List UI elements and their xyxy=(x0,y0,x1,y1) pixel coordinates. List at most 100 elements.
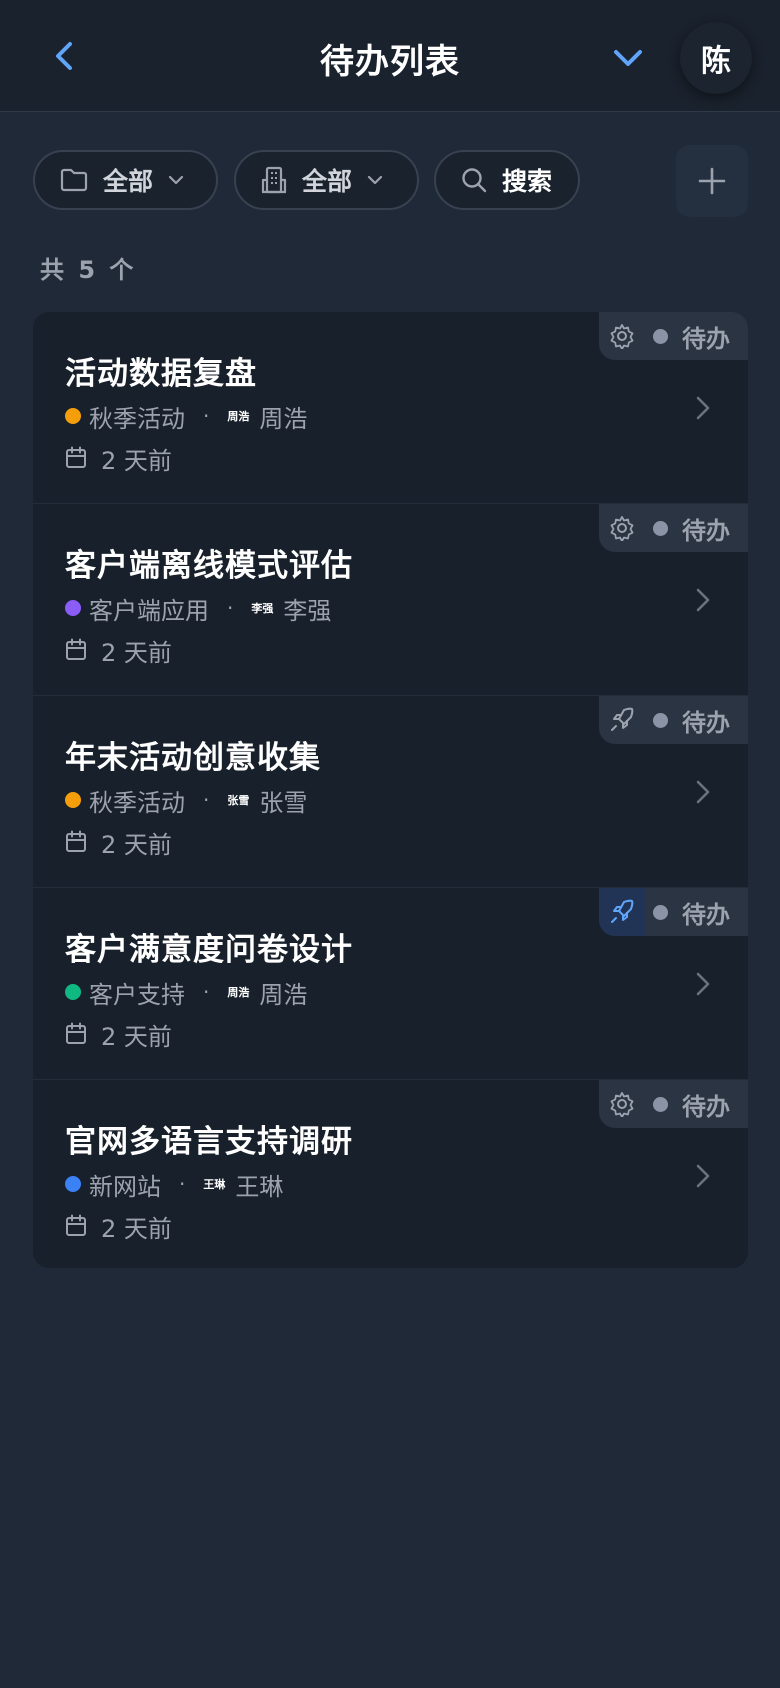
gear-icon xyxy=(599,312,645,360)
status-label: 待办 xyxy=(682,516,730,545)
page-title: 待办列表 xyxy=(320,42,460,82)
search-icon xyxy=(462,168,487,193)
item-meta: 秋季活动 · 周浩 周浩 xyxy=(65,400,308,433)
folder-filter-label: 全部 xyxy=(103,167,154,196)
assignee-name: 周浩 xyxy=(259,404,308,433)
status-badge: 待办 xyxy=(599,696,748,744)
calendar-icon xyxy=(66,638,86,660)
chevron-right-icon xyxy=(696,1164,710,1188)
rocket-icon xyxy=(599,888,645,936)
chevron-right-icon xyxy=(696,780,710,804)
separator: · xyxy=(179,1172,186,1196)
status-badge: 待办 xyxy=(599,1080,748,1128)
date-label: 2 天前 xyxy=(101,1214,172,1243)
project-name: 秋季活动 xyxy=(89,404,185,433)
building-filter[interactable]: 全部 xyxy=(234,150,419,210)
item-title: 官网多语言支持调研 xyxy=(65,1124,353,1160)
calendar-icon xyxy=(66,1022,86,1044)
assignee-name: 王琳 xyxy=(235,1172,284,1201)
status-label: 待办 xyxy=(682,1092,730,1121)
chevron-right-icon xyxy=(696,396,710,420)
gear-icon xyxy=(599,504,645,552)
item-meta: 客户支持 · 周浩 周浩 xyxy=(65,976,308,1009)
status-badge: 待办 xyxy=(599,888,748,936)
status-label: 待办 xyxy=(682,900,730,929)
status-dot xyxy=(653,328,668,344)
project-name: 新网站 xyxy=(89,1172,161,1201)
expand-button[interactable] xyxy=(604,34,652,82)
item-title: 客户满意度问卷设计 xyxy=(65,932,353,968)
chevron-right-icon xyxy=(696,972,710,996)
date-label: 2 天前 xyxy=(101,830,172,859)
project-color-dot xyxy=(65,1176,81,1192)
project-color-dot xyxy=(65,792,81,808)
calendar-icon xyxy=(66,830,86,852)
status-dot xyxy=(653,904,668,920)
item-title: 年末活动创意收集 xyxy=(65,740,321,776)
status-dot xyxy=(653,1096,668,1112)
project-color-dot xyxy=(65,600,81,616)
separator: · xyxy=(203,404,210,428)
list-item[interactable]: 待办 官网多语言支持调研 新网站 · 王琳 王琳 2 天前 xyxy=(33,1080,748,1268)
rocket-icon xyxy=(599,696,645,744)
date-label: 2 天前 xyxy=(101,446,172,475)
chevron-down-icon xyxy=(367,175,383,185)
item-date: 2 天前 xyxy=(65,1210,172,1243)
project-name: 客户支持 xyxy=(89,980,185,1009)
status-label: 待办 xyxy=(682,324,730,353)
assignee-avatar: 周浩 xyxy=(227,410,250,423)
status-dot xyxy=(653,712,668,728)
project-color-dot xyxy=(65,984,81,1000)
list-item[interactable]: 待办 客户端离线模式评估 客户端应用 · 李强 李强 2 天前 xyxy=(33,504,748,696)
assignee-avatar: 王琳 xyxy=(203,1178,226,1191)
project-name: 客户端应用 xyxy=(89,596,209,625)
project-name: 秋季活动 xyxy=(89,788,185,817)
separator: · xyxy=(203,980,210,1004)
date-label: 2 天前 xyxy=(101,638,172,667)
status-badge: 待办 xyxy=(599,312,748,360)
user-avatar-button[interactable]: 陈 xyxy=(680,22,752,94)
project-color-dot xyxy=(65,408,81,424)
item-date: 2 天前 xyxy=(65,1018,172,1051)
status-badge: 待办 xyxy=(599,504,748,552)
item-meta: 秋季活动 · 张雪 张雪 xyxy=(65,784,308,817)
item-title: 客户端离线模式评估 xyxy=(65,548,353,584)
list-item[interactable]: 待办 活动数据复盘 秋季活动 · 周浩 周浩 2 天前 xyxy=(33,312,748,504)
plus-icon xyxy=(698,167,726,195)
date-label: 2 天前 xyxy=(101,1022,172,1051)
calendar-icon xyxy=(66,1214,86,1236)
chevron-right-icon xyxy=(696,588,710,612)
gear-icon xyxy=(599,1080,645,1128)
assignee-avatar: 张雪 xyxy=(227,794,250,807)
building-icon xyxy=(261,166,287,194)
separator: · xyxy=(203,788,210,812)
folder-icon xyxy=(60,168,88,192)
assignee-avatar: 李强 xyxy=(251,602,274,615)
assignee-avatar: 周浩 xyxy=(227,986,250,999)
item-date: 2 天前 xyxy=(65,442,172,475)
add-button[interactable] xyxy=(676,145,748,217)
item-meta: 新网站 · 王琳 王琳 xyxy=(65,1168,284,1201)
list-item[interactable]: 待办 年末活动创意收集 秋季活动 · 张雪 张雪 2 天前 xyxy=(33,696,748,888)
item-count: 共 5 个 xyxy=(40,256,137,284)
assignee-name: 周浩 xyxy=(259,980,308,1009)
list-item[interactable]: 待办 客户满意度问卷设计 客户支持 · 周浩 周浩 2 天前 xyxy=(33,888,748,1080)
item-meta: 客户端应用 · 李强 李强 xyxy=(65,592,332,625)
todo-list: 待办 活动数据复盘 秋季活动 · 周浩 周浩 2 天前 待办 客户端离线模式评估… xyxy=(33,312,748,1268)
top-bar: 待办列表 陈 xyxy=(0,0,780,112)
search-button[interactable]: 搜索 xyxy=(434,150,580,210)
calendar-icon xyxy=(66,446,86,468)
item-date: 2 天前 xyxy=(65,634,172,667)
chevron-down-icon xyxy=(614,50,642,66)
search-label: 搜索 xyxy=(502,167,553,196)
separator: · xyxy=(227,596,234,620)
status-dot xyxy=(653,520,668,536)
assignee-name: 李强 xyxy=(283,596,332,625)
assignee-name: 张雪 xyxy=(259,788,308,817)
building-filter-label: 全部 xyxy=(302,167,353,196)
item-title: 活动数据复盘 xyxy=(65,356,257,392)
folder-filter[interactable]: 全部 xyxy=(33,150,218,210)
chevron-down-icon xyxy=(168,175,184,185)
item-date: 2 天前 xyxy=(65,826,172,859)
status-label: 待办 xyxy=(682,708,730,737)
